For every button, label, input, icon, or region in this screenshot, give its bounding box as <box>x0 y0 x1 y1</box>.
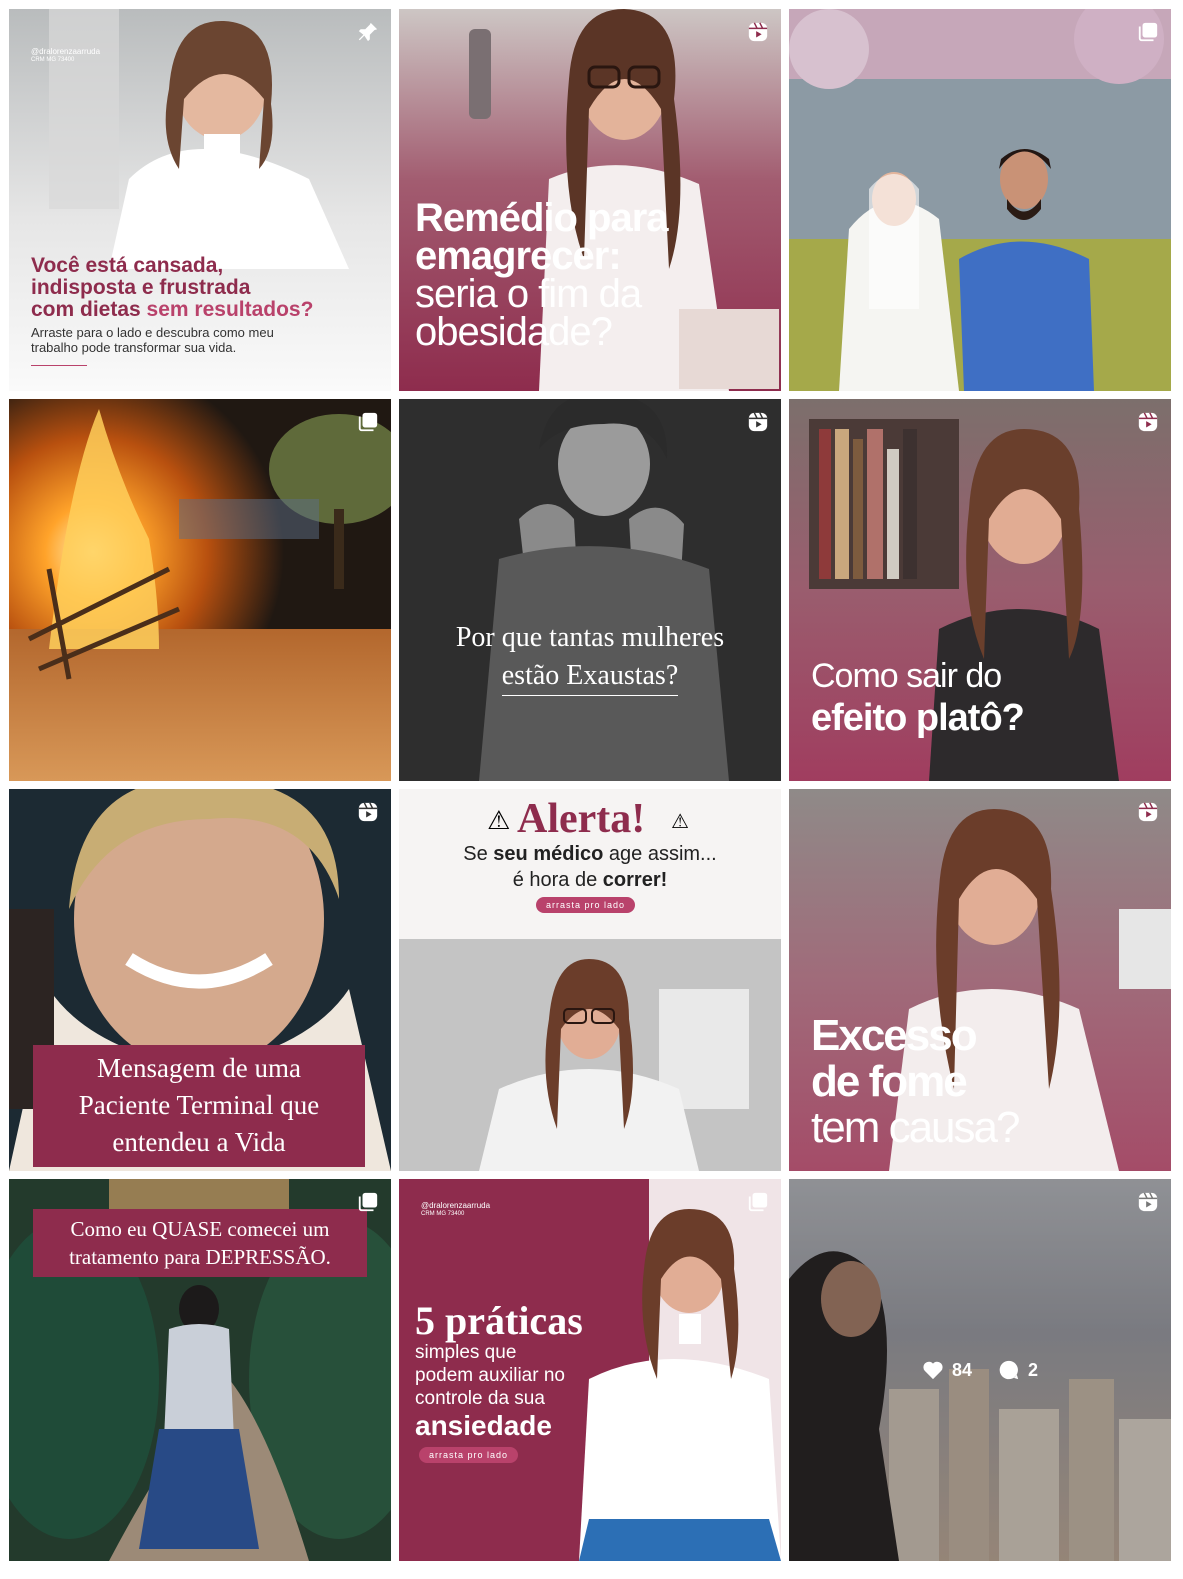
post-11-subtitle: simples que podem auxiliar no controle d… <box>415 1342 565 1441</box>
likes-stat: 84 <box>922 1360 972 1381</box>
post-2-headline: Remédio para emagrecer: seria o fim da o… <box>415 196 669 354</box>
post-12[interactable]: 84 2 <box>789 1179 1171 1561</box>
post-4[interactable] <box>9 399 391 781</box>
post-1-arrow <box>31 365 87 366</box>
post-3[interactable] <box>789 9 1171 391</box>
carousel-icon <box>357 1191 379 1213</box>
post-7[interactable]: Mensagem de uma Paciente Terminal que en… <box>9 789 391 1171</box>
post-11-pill: arrasta pro lado <box>419 1447 519 1463</box>
carousel-icon <box>747 1191 769 1213</box>
post-1-handle: @dralorenzaarruda CRM MG 73400 <box>31 47 101 63</box>
post-6-headline: Como sair do efeito platô? <box>811 657 1025 739</box>
reel-icon <box>1137 1191 1159 1213</box>
post-11-title: 5 práticas <box>415 1298 583 1343</box>
heart-icon <box>923 1361 943 1380</box>
warning-icon: ⚠ <box>671 811 689 833</box>
post-11-handle: @dralorenzaarruda CRM MG 73400 <box>421 1201 491 1217</box>
post-8-title: Alerta! <box>517 796 646 842</box>
warning-icon: ⚠ <box>487 805 511 835</box>
post-9-headline: Excesso de fome tem causa? <box>811 1011 1020 1152</box>
post-9[interactable]: Excesso de fome tem causa? <box>789 789 1171 1171</box>
reel-icon <box>1137 411 1159 433</box>
post-5[interactable]: Por que tantas mulheres estão Exaustas? <box>399 399 781 781</box>
post-11[interactable]: @dralorenzaarruda CRM MG 73400 5 prática… <box>399 1179 781 1561</box>
post-1-headline: Você está cansada, indisposta e frustrad… <box>31 254 314 321</box>
carousel-icon <box>1137 21 1159 43</box>
likes-count: 84 <box>951 1359 972 1380</box>
post-1-subtext: Arraste para o lado e descubra como meu … <box>31 325 274 355</box>
post-7-headline: Mensagem de uma Paciente Terminal que en… <box>33 1045 365 1167</box>
post-4-image <box>9 399 391 781</box>
post-6[interactable]: Como sair do efeito platô? <box>789 399 1171 781</box>
carousel-icon <box>357 411 379 433</box>
comments-count: 2 <box>1028 1359 1039 1380</box>
pin-icon <box>357 21 379 43</box>
reel-icon <box>747 411 769 433</box>
post-8-pill: arrasta pro lado <box>536 897 636 913</box>
post-3-image <box>789 9 1171 391</box>
post-8[interactable]: ⚠ Alerta! ⚠ Se seu médico age assim... é… <box>399 789 781 1171</box>
comment-icon <box>999 1360 1019 1380</box>
post-5-image <box>399 399 781 781</box>
post-2[interactable]: Remédio para emagrecer: seria o fim da o… <box>399 9 781 391</box>
post-1[interactable]: @dralorenzaarruda CRM MG 73400 Você está… <box>9 9 391 391</box>
post-8-subtitle: Se seu médico age assim... é hora de cor… <box>463 843 717 891</box>
reel-icon <box>747 21 769 43</box>
reel-icon <box>1137 801 1159 823</box>
post-5-headline: Por que tantas mulheres estão Exaustas? <box>399 619 781 696</box>
post-10[interactable]: Como eu QUASE comecei um tratamento para… <box>9 1179 391 1561</box>
post-10-headline: Como eu QUASE comecei um tratamento para… <box>33 1209 367 1277</box>
reel-icon <box>357 801 379 823</box>
comments-stat: 2 <box>998 1359 1038 1381</box>
post-12-stats-overlay: 84 2 <box>789 1179 1171 1561</box>
